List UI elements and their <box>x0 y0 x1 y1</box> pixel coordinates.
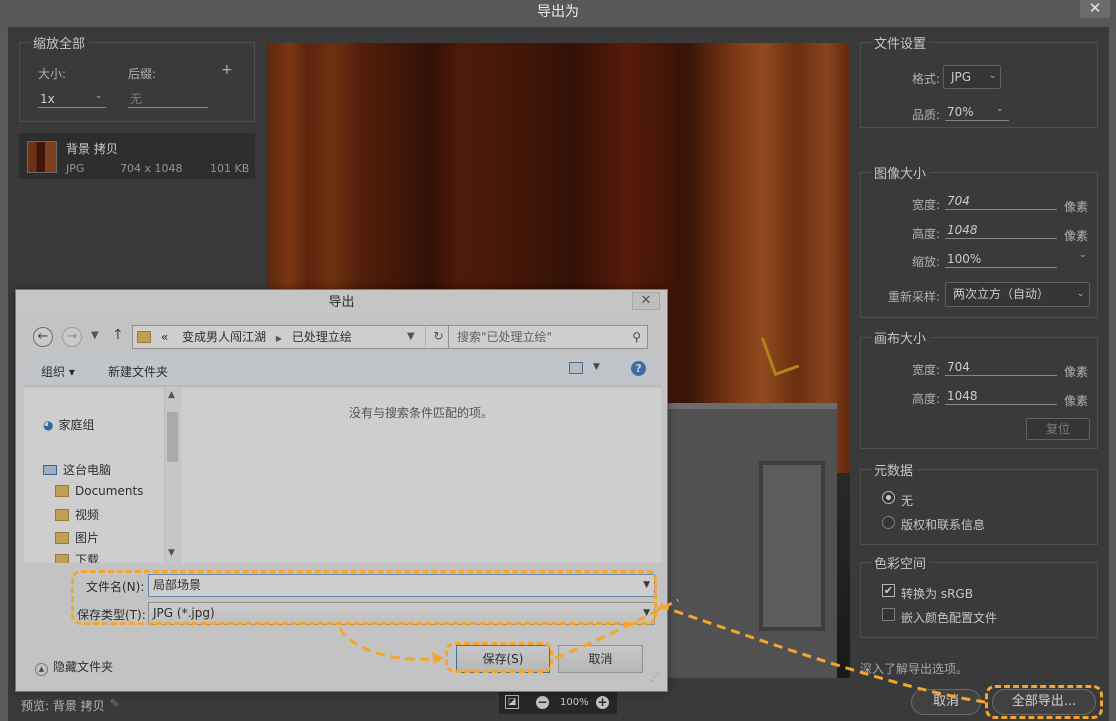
annotation-arrows <box>338 598 986 704</box>
arrowhead-save <box>432 652 444 664</box>
arrow-fields-to-save <box>338 627 441 661</box>
arrow-export-to-fields <box>659 604 986 704</box>
